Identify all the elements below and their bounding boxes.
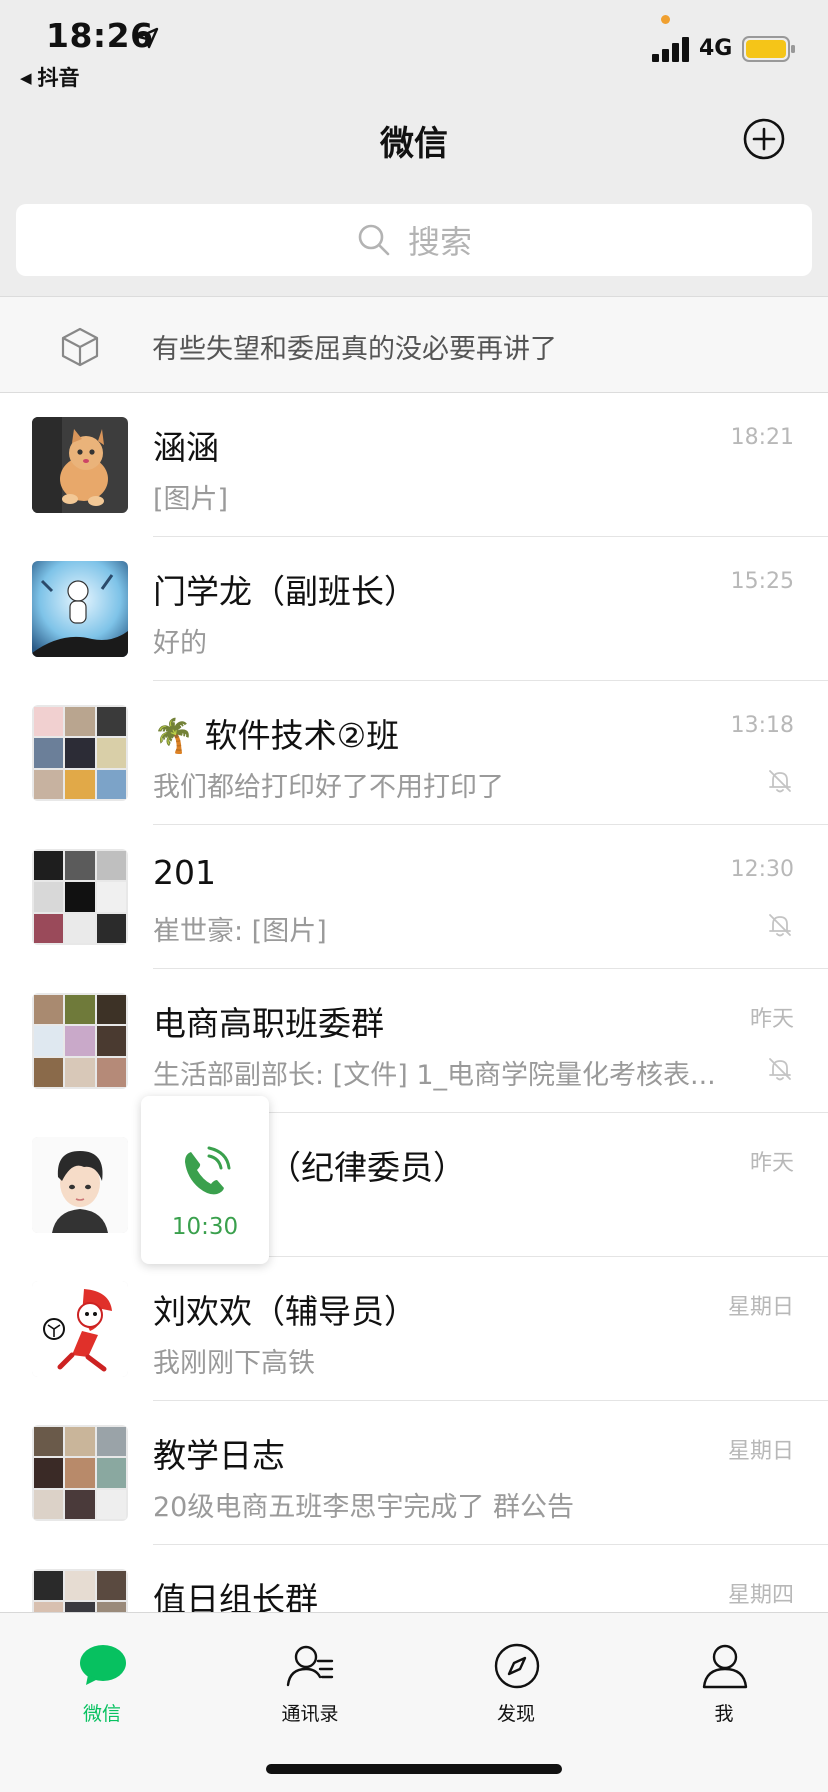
network-type: 4G bbox=[699, 36, 733, 61]
cube-icon bbox=[61, 327, 99, 367]
compass-icon bbox=[494, 1643, 540, 1689]
battery-icon bbox=[742, 36, 795, 62]
avatar-anime-boy bbox=[32, 1137, 128, 1233]
mini-program-status-row[interactable]: 有些失望和委屈真的没必要再讲了 bbox=[0, 297, 828, 393]
chat-time: 18:21 bbox=[730, 425, 794, 450]
status-bar: 18:26 ◀ 抖音 4G bbox=[0, 0, 828, 96]
chat-name: （纪律委员） bbox=[268, 1148, 466, 1187]
chat-time: 星期四 bbox=[727, 1583, 794, 1608]
chat-row[interactable]: （纪律委员） 昨天 bbox=[0, 1113, 828, 1257]
phone-call-icon bbox=[185, 1146, 231, 1195]
muted-bell-icon bbox=[769, 914, 791, 937]
back-app-label: 抖音 bbox=[37, 66, 80, 90]
chat-last-message: 20级电商五班李思宇完成了 群公告 bbox=[153, 1492, 574, 1523]
tab-contacts[interactable]: 通讯录 bbox=[250, 1631, 370, 1731]
floating-call-window[interactable]: 10:30 bbox=[141, 1096, 269, 1264]
chat-row[interactable]: 值日组长群 星期四 bbox=[0, 1545, 828, 1612]
avatar-mascot bbox=[32, 1281, 128, 1377]
chat-row[interactable]: 教学日志 20级电商五班李思宇完成了 群公告 星期日 bbox=[0, 1401, 828, 1545]
chat-last-message: [图片] bbox=[153, 484, 229, 515]
tab-label: 通讯录 bbox=[281, 1703, 339, 1725]
chat-name: 教学日志 bbox=[153, 1436, 285, 1475]
mini-program-text: 有些失望和委屈真的没必要再讲了 bbox=[152, 334, 557, 365]
chat-time: 13:18 bbox=[730, 713, 794, 738]
search-icon bbox=[358, 224, 390, 256]
chat-time: 15:25 bbox=[730, 569, 794, 594]
call-duration: 10:30 bbox=[171, 1214, 239, 1240]
avatar-group-grid bbox=[32, 1425, 128, 1521]
tab-label: 发现 bbox=[496, 1703, 535, 1725]
chat-row[interactable]: 门学龙（副班长） 好的 15:25 bbox=[0, 537, 828, 681]
add-plus-icon[interactable] bbox=[742, 117, 786, 161]
chat-last-message: 崔世豪: [图片] bbox=[153, 916, 327, 947]
location-arrow-icon bbox=[137, 27, 159, 49]
chat-time: 昨天 bbox=[749, 1007, 794, 1032]
tab-chats[interactable]: 微信 bbox=[42, 1631, 162, 1731]
page-title: 微信 bbox=[380, 124, 448, 164]
chat-name: 涵涵 bbox=[153, 428, 219, 467]
chat-list[interactable]: 有些失望和委屈真的没必要再讲了 涵涵 [图片] 18:21 门学龙（副班长） 好… bbox=[0, 296, 828, 1612]
chat-row[interactable]: 刘欢欢（辅导员） 我刚刚下高铁 星期日 bbox=[0, 1257, 828, 1401]
search-bar[interactable]: 搜索 bbox=[16, 204, 812, 276]
chat-row[interactable]: 🌴 软件技术②班 我们都给打印好了不用打印了 13:18 bbox=[0, 681, 828, 825]
tab-discover[interactable]: 发现 bbox=[456, 1631, 576, 1731]
chat-last-message: 我们都给打印好了不用打印了 bbox=[153, 772, 504, 803]
avatar-sky-bear bbox=[32, 561, 128, 657]
chat-name: 🌴 软件技术②班 bbox=[153, 716, 400, 755]
chat-time: 星期日 bbox=[727, 1439, 794, 1464]
muted-bell-icon bbox=[769, 770, 791, 793]
avatar-group-grid bbox=[32, 849, 128, 945]
chat-name: 刘欢欢（辅导员） bbox=[153, 1292, 417, 1331]
avatar-kitten bbox=[32, 417, 128, 513]
person-icon bbox=[702, 1644, 748, 1689]
privacy-indicator-dot bbox=[661, 15, 670, 24]
signal-bars-icon bbox=[652, 37, 689, 62]
chat-time: 星期日 bbox=[727, 1295, 794, 1320]
chat-name: 电商高职班委群 bbox=[153, 1004, 384, 1043]
chat-last-message: 我刚刚下高铁 bbox=[153, 1348, 315, 1379]
chat-last-message: 好的 bbox=[153, 628, 207, 659]
chat-time: 12:30 bbox=[730, 857, 794, 882]
chat-time: 昨天 bbox=[749, 1151, 794, 1176]
search-placeholder: 搜索 bbox=[407, 223, 472, 261]
avatar-group-grid bbox=[32, 1569, 128, 1612]
tab-label: 微信 bbox=[82, 1703, 121, 1725]
contacts-icon bbox=[286, 1645, 334, 1687]
tab-label: 我 bbox=[714, 1703, 734, 1725]
chat-name: 值日组长群 bbox=[153, 1580, 318, 1612]
chat-name: 201 bbox=[153, 853, 216, 892]
avatar-group-grid bbox=[32, 705, 128, 801]
chat-row[interactable]: 电商高职班委群 生活部副部长: [文件] 1_电商学院量化考核表... 昨天 bbox=[0, 969, 828, 1113]
home-indicator bbox=[266, 1764, 562, 1774]
chat-row[interactable]: 201 崔世豪: [图片] 12:30 bbox=[0, 825, 828, 969]
tab-me[interactable]: 我 bbox=[664, 1631, 784, 1731]
back-triangle-icon: ◀ bbox=[20, 69, 32, 87]
chat-last-message: 生活部副部长: [文件] 1_电商学院量化考核表... bbox=[153, 1060, 716, 1091]
back-to-app-link[interactable]: ◀ 抖音 bbox=[20, 62, 80, 92]
chat-name: 门学龙（副班长） bbox=[153, 572, 417, 611]
chat-bubble-icon bbox=[80, 1645, 126, 1685]
muted-bell-icon bbox=[769, 1058, 791, 1081]
chat-row[interactable]: 涵涵 [图片] 18:21 bbox=[0, 393, 828, 537]
avatar-group-grid bbox=[32, 993, 128, 1089]
